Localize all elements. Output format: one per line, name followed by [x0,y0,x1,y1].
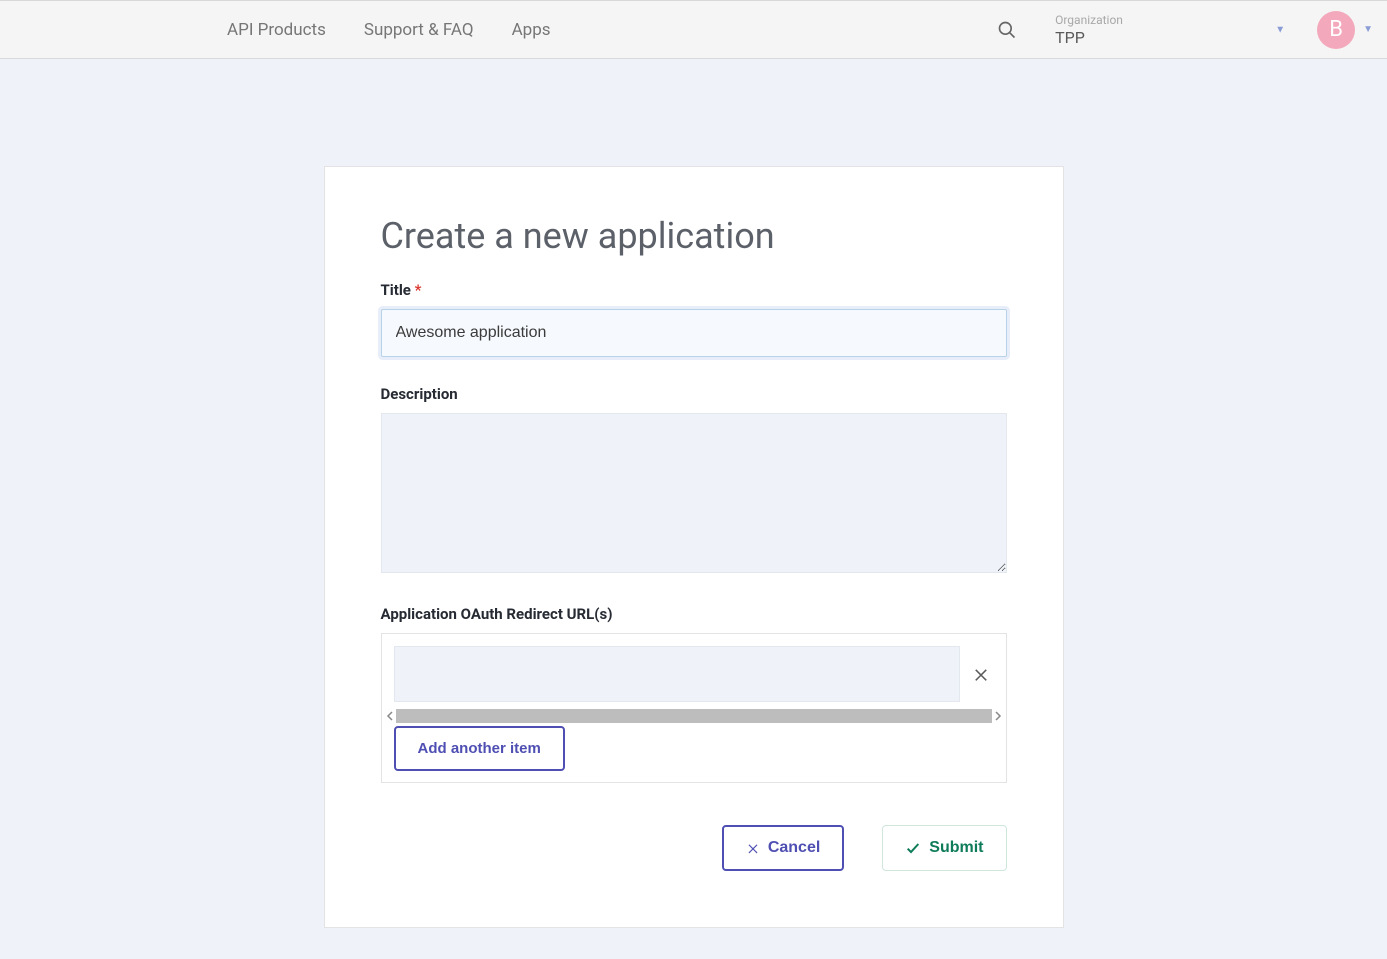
form-actions: Cancel Submit [381,825,1007,871]
chevron-down-icon: ▼ [1363,24,1373,35]
close-icon [972,665,990,683]
close-icon [746,841,760,855]
top-header: API Products Support & FAQ Apps Organiza… [0,0,1387,59]
nav-api-products[interactable]: API Products [227,20,326,40]
page-title: Create a new application [381,215,1007,257]
description-label: Description [381,385,1007,403]
scroll-right-icon [992,711,1004,721]
organization-label: Organization [1055,13,1269,27]
title-input[interactable] [381,309,1007,357]
header-right: Organization TPP ▼ B ▼ [987,1,1387,58]
oauth-url-container: Add another item [381,633,1007,783]
horizontal-scrollbar[interactable] [382,708,1006,724]
user-menu[interactable]: B ▼ [1297,1,1387,58]
title-label-text: Title [381,281,411,299]
create-application-card: Create a new application Title * Descrip… [324,166,1064,928]
oauth-field-group: Application OAuth Redirect URL(s) [381,605,1007,783]
organization-selector[interactable]: Organization TPP ▼ [1047,1,1297,58]
oauth-url-input[interactable] [394,646,960,702]
submit-label: Submit [929,839,983,857]
search-button[interactable] [987,20,1027,40]
scroll-track [396,709,992,723]
oauth-label: Application OAuth Redirect URL(s) [381,605,1007,623]
page-body: Create a new application Title * Descrip… [0,59,1387,928]
organization-value: TPP [1055,28,1269,47]
add-item-wrap: Add another item [382,724,1006,783]
check-icon [905,840,921,856]
description-input[interactable] [381,413,1007,573]
cancel-button[interactable]: Cancel [722,825,844,871]
submit-button[interactable]: Submit [882,825,1006,871]
nav-apps[interactable]: Apps [512,20,551,40]
oauth-url-row [394,646,994,702]
title-field-group: Title * [381,281,1007,357]
title-label: Title * [381,281,1007,299]
description-field-group: Description [381,385,1007,577]
cancel-label: Cancel [768,839,820,857]
main-nav: API Products Support & FAQ Apps [227,1,551,58]
required-indicator: * [415,281,422,299]
nav-support-faq[interactable]: Support & FAQ [364,20,474,40]
add-another-item-button[interactable]: Add another item [394,726,565,771]
scroll-left-icon [384,711,396,721]
chevron-down-icon: ▼ [1275,24,1285,35]
avatar: B [1317,11,1355,49]
remove-url-button[interactable] [968,665,994,683]
search-icon [997,20,1017,40]
